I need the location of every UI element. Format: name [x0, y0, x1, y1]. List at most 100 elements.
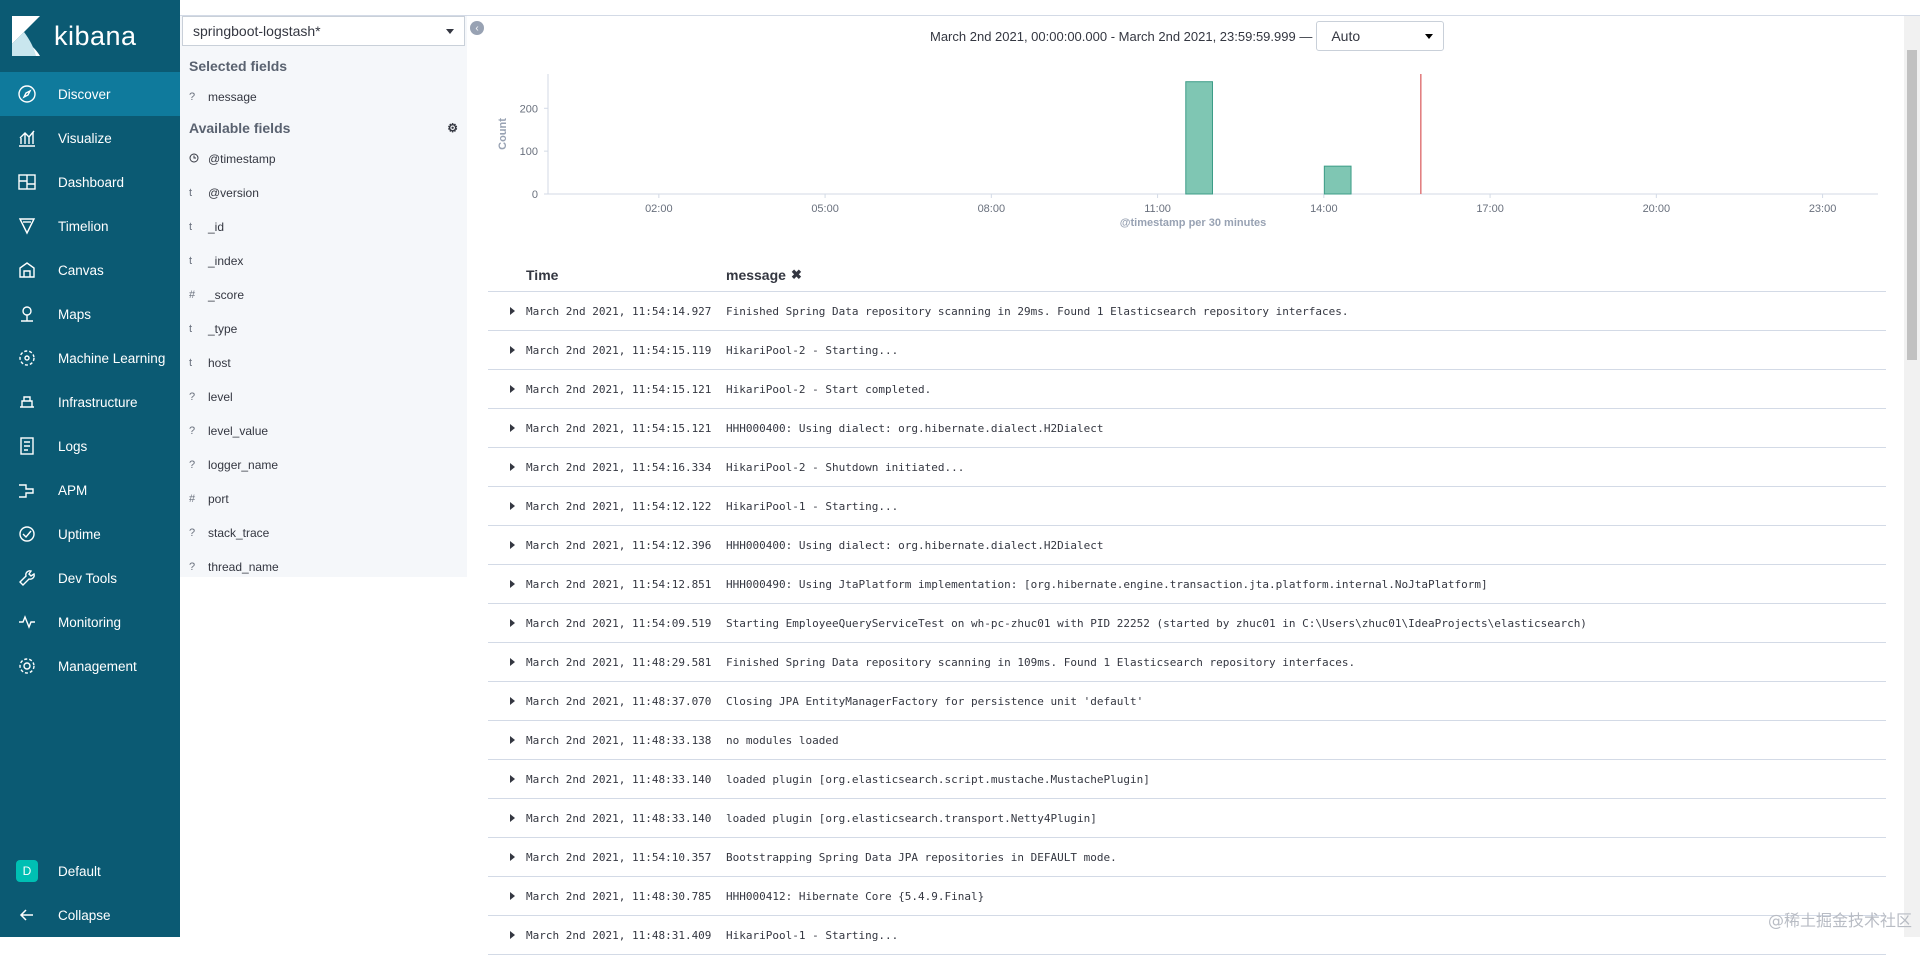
expand-row-icon[interactable]: [488, 814, 526, 822]
y-axis-label: Count: [497, 118, 509, 150]
field-item[interactable]: t@version: [180, 176, 467, 210]
row-time: March 2nd 2021, 11:54:15.121: [526, 383, 726, 396]
table-row[interactable]: March 2nd 2021, 11:54:15.119HikariPool-2…: [488, 331, 1886, 370]
table-row[interactable]: March 2nd 2021, 11:48:33.140loaded plugi…: [488, 760, 1886, 799]
index-pattern-select[interactable]: springboot-logstash*: [182, 16, 465, 46]
nav-item-monitoring[interactable]: Monitoring: [0, 600, 180, 644]
expand-row-icon[interactable]: [488, 463, 526, 471]
field-item[interactable]: @timestamp: [180, 142, 467, 176]
field-item[interactable]: t_index: [180, 244, 467, 278]
nav-item-discover[interactable]: Discover: [0, 72, 180, 116]
field-item[interactable]: ?thread_name: [180, 550, 467, 584]
nav-item-machine-learning[interactable]: Machine Learning: [0, 336, 180, 380]
nav-item-label: Logs: [58, 439, 87, 454]
field-item[interactable]: #port: [180, 482, 467, 516]
expand-row-icon[interactable]: [488, 736, 526, 744]
available-fields-title: Available fields ⚙: [180, 114, 467, 142]
expand-row-icon[interactable]: [488, 580, 526, 588]
table-row[interactable]: March 2nd 2021, 11:48:31.409HikariPool-1…: [488, 916, 1886, 955]
table-row[interactable]: March 2nd 2021, 11:48:29.581Finished Spr…: [488, 643, 1886, 682]
nav-item-dev-tools[interactable]: Dev Tools: [0, 556, 180, 600]
table-row[interactable]: March 2nd 2021, 11:54:12.122HikariPool-1…: [488, 487, 1886, 526]
expand-row-icon[interactable]: [488, 385, 526, 393]
field-name: _id: [208, 220, 224, 234]
dashboard-icon: [16, 171, 38, 193]
nav-item-label: Dashboard: [58, 175, 124, 190]
field-item[interactable]: #_score: [180, 278, 467, 312]
expand-row-icon[interactable]: [488, 541, 526, 549]
row-message: Finished Spring Data repository scanning…: [726, 305, 1349, 318]
nav-item-apm[interactable]: APM: [0, 468, 180, 512]
nav-item-dashboard[interactable]: Dashboard: [0, 160, 180, 204]
column-time-header[interactable]: Time: [526, 267, 726, 283]
expand-row-icon[interactable]: [488, 853, 526, 861]
gear-icon[interactable]: ⚙: [447, 121, 458, 135]
table-row[interactable]: March 2nd 2021, 11:54:15.121HikariPool-2…: [488, 370, 1886, 409]
field-item[interactable]: ?level_value: [180, 414, 467, 448]
field-item[interactable]: thost: [180, 346, 467, 380]
nav-item-uptime[interactable]: Uptime: [0, 512, 180, 556]
column-message-header[interactable]: message ✖: [726, 267, 802, 283]
table-row[interactable]: March 2nd 2021, 11:54:09.519Starting Emp…: [488, 604, 1886, 643]
expand-row-icon[interactable]: [488, 658, 526, 666]
table-row[interactable]: March 2nd 2021, 11:48:33.140loaded plugi…: [488, 799, 1886, 838]
collapse-nav-button[interactable]: Collapse: [0, 893, 180, 937]
row-message: Starting EmployeeQueryServiceTest on wh-…: [726, 617, 1587, 630]
expand-row-icon[interactable]: [488, 775, 526, 783]
field-name: @timestamp: [208, 152, 276, 166]
nav-item-maps[interactable]: Maps: [0, 292, 180, 336]
table-row[interactable]: March 2nd 2021, 11:54:10.357Bootstrappin…: [488, 838, 1886, 877]
table-row[interactable]: March 2nd 2021, 11:54:14.927Finished Spr…: [488, 292, 1886, 331]
table-row[interactable]: March 2nd 2021, 11:54:15.121HHH000400: U…: [488, 409, 1886, 448]
uptime-icon: [16, 523, 38, 545]
table-row[interactable]: March 2nd 2021, 11:54:16.334HikariPool-2…: [488, 448, 1886, 487]
expand-row-icon[interactable]: [488, 619, 526, 627]
field-type-icon: ?: [189, 391, 208, 403]
table-row[interactable]: March 2nd 2021, 11:48:30.785HHH000412: H…: [488, 877, 1886, 916]
time-range-bar: March 2nd 2021, 00:00:00.000 - March 2nd…: [930, 21, 1444, 51]
y-tick-label: 100: [520, 146, 538, 158]
space-selector[interactable]: D Default: [0, 849, 180, 893]
clock-icon: [189, 153, 208, 166]
nav-item-canvas[interactable]: Canvas: [0, 248, 180, 292]
field-item[interactable]: ?message: [180, 80, 467, 114]
expand-row-icon[interactable]: [488, 931, 526, 939]
field-type-icon: t: [189, 255, 208, 267]
expand-row-icon[interactable]: [488, 346, 526, 354]
nav-item-logs[interactable]: Logs: [0, 424, 180, 468]
scrollbar-thumb[interactable]: [1907, 50, 1917, 360]
kibana-brand: kibana: [54, 21, 137, 52]
table-row[interactable]: March 2nd 2021, 11:48:37.070Closing JPA …: [488, 682, 1886, 721]
expand-row-icon[interactable]: [488, 892, 526, 900]
field-item[interactable]: t_type: [180, 312, 467, 346]
field-name: _score: [208, 288, 244, 302]
remove-column-icon[interactable]: ✖: [791, 267, 802, 283]
nav-item-infrastructure[interactable]: Infrastructure: [0, 380, 180, 424]
expand-row-icon[interactable]: [488, 502, 526, 510]
field-name: thread_name: [208, 560, 279, 574]
table-row[interactable]: March 2nd 2021, 11:54:12.851HHH000490: U…: [488, 565, 1886, 604]
field-item[interactable]: ?stack_trace: [180, 516, 467, 550]
expand-row-icon[interactable]: [488, 307, 526, 315]
field-item[interactable]: t_id: [180, 210, 467, 244]
nav-item-label: Canvas: [58, 263, 104, 278]
nav-item-timelion[interactable]: Timelion: [0, 204, 180, 248]
expand-row-icon[interactable]: [488, 697, 526, 705]
kibana-logo-icon: [10, 16, 44, 56]
table-row[interactable]: March 2nd 2021, 11:48:33.138no modules l…: [488, 721, 1886, 760]
page-scrollbar[interactable]: [1904, 16, 1920, 937]
interval-select[interactable]: Auto: [1316, 21, 1444, 51]
x-tick-label: 08:00: [978, 203, 1006, 215]
nav-item-visualize[interactable]: Visualize: [0, 116, 180, 160]
watermark: @稀土掘金技术社区: [1768, 907, 1912, 931]
kibana-logo[interactable]: kibana: [0, 0, 180, 72]
nav-item-management[interactable]: Management: [0, 644, 180, 688]
collapse-sidebar-button[interactable]: ‹: [470, 21, 484, 35]
nav-item-label: Timelion: [58, 219, 109, 234]
table-row[interactable]: March 2nd 2021, 11:54:12.396HHH000400: U…: [488, 526, 1886, 565]
available-fields-heading: Available fields: [189, 120, 290, 136]
field-item[interactable]: ?level: [180, 380, 467, 414]
expand-row-icon[interactable]: [488, 424, 526, 432]
field-type-icon: ?: [189, 425, 208, 437]
field-item[interactable]: ?logger_name: [180, 448, 467, 482]
